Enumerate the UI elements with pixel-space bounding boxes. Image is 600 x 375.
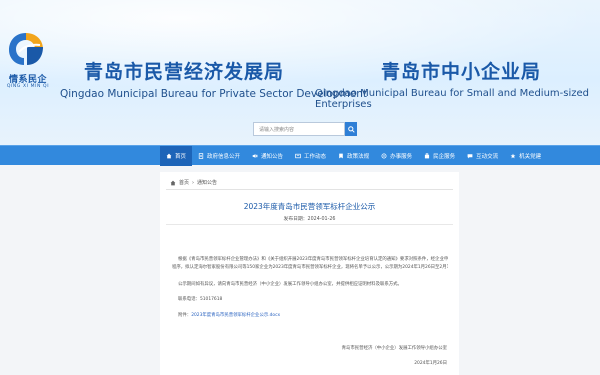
- logo-emblem: [9, 33, 43, 65]
- article-meta: 发布日期：2024-01-26: [160, 215, 459, 222]
- chat-icon: [467, 154, 473, 159]
- bureau2-name-en: Qingdao Municipal Bureau for Small and M…: [315, 88, 589, 110]
- search-button[interactable]: [345, 122, 357, 136]
- news-icon: [295, 153, 301, 159]
- nav-item-label: 机关党建: [519, 154, 542, 160]
- signature-org: 青岛市民营经济（中小企业）发展工作领导小组办公室: [341, 346, 447, 351]
- logo-subtext: QING XI MIN QI: [6, 84, 50, 89]
- enterprise-icon: [424, 153, 430, 159]
- contact-label: 联系电话：: [178, 297, 200, 302]
- nav-item-label: 政府信息公开: [207, 154, 241, 160]
- nav-item-3[interactable]: 通知公告: [246, 146, 289, 166]
- nav-item-label: 工作动态: [304, 154, 327, 160]
- attachment-label: 附件：: [178, 313, 192, 318]
- service-icon: [381, 153, 387, 159]
- nav-item-label: 政策法规: [347, 154, 370, 160]
- attachment-line: 附件：2023年度青岛市民营领军标杆企业公示.docx: [172, 312, 448, 320]
- date-label: 发布日期：: [283, 217, 308, 222]
- article-panel: 首页 › 通知公告 2023年度青岛市民营领军标杆企业公示 发布日期：2024-…: [160, 172, 459, 375]
- main-nav: 首页 政府信息公开 通知公告 工作动态 政策法规 办事服务 民企服务 互动交流 机关党建: [0, 145, 600, 166]
- nav-item-label: 互动交流: [476, 154, 499, 160]
- nav-item-4[interactable]: 工作动态: [289, 146, 332, 166]
- contact-line: 联系电话：51017618: [172, 296, 448, 304]
- contact-phone: 51017618: [199, 297, 223, 302]
- divider: [166, 189, 453, 190]
- search-icon: [347, 125, 355, 133]
- nav-item-label: 办事服务: [390, 154, 413, 160]
- article-paragraph-1: 根据《青岛市民营领军标杆企业管理办法》和《关于组织开展2023年度青岛市民营领军…: [172, 256, 448, 272]
- breadcrumb: 首页 › 通知公告: [170, 179, 217, 186]
- publish-date: 2024-01-26: [307, 217, 336, 222]
- site-logo[interactable]: 情系民企 QING XI MIN QI: [4, 30, 49, 94]
- search-input[interactable]: 请输入搜索内容: [253, 122, 345, 136]
- home-icon: [170, 180, 176, 185]
- nav-item-label: 通知公告: [261, 154, 284, 160]
- paragraph-line: 程序，拟认定海尔智家股份有限公司等150家企业为2023年度青岛市民营领军标杆企…: [172, 265, 448, 270]
- breadcrumb-current[interactable]: 通知公告: [197, 179, 217, 186]
- breadcrumb-home[interactable]: 首页: [179, 179, 189, 186]
- nav-item-9[interactable]: 机关党建: [504, 146, 547, 166]
- nav-item-1[interactable]: 首页: [160, 146, 193, 166]
- paragraph-line: 根据《青岛市民营领军标杆企业管理办法》和《关于组织开展2023年度青岛市民营领军…: [178, 257, 448, 262]
- policy-icon: [339, 153, 343, 159]
- party-icon: [510, 153, 516, 159]
- nav-item-8[interactable]: 互动交流: [461, 146, 504, 166]
- nav-item-label: 首页: [175, 154, 187, 160]
- breadcrumb-separator: ›: [192, 179, 195, 186]
- attachment-link[interactable]: 2023年度青岛市民营领军标杆企业公示.docx: [191, 313, 280, 318]
- nav-item-6[interactable]: 办事服务: [375, 146, 418, 166]
- nav-item-2[interactable]: 政府信息公开: [192, 146, 246, 166]
- nav-item-5[interactable]: 政策法规: [332, 146, 375, 166]
- article-title: 2023年度青岛市民营领军标杆企业公示: [243, 202, 376, 211]
- nav-item-label: 民企服务: [433, 154, 456, 160]
- notice-icon: [252, 154, 258, 158]
- bureau1-name-cn: 青岛市民营经济发展局: [84, 61, 285, 83]
- nav-item-7[interactable]: 民企服务: [418, 146, 461, 166]
- divider: [166, 224, 453, 225]
- site-header: 情系民企 QING XI MIN QI 青岛市民营经济发展局 Qingdao M…: [0, 0, 600, 145]
- document-icon: [198, 153, 204, 159]
- home-icon: [166, 153, 172, 159]
- bureau2-name-cn: 青岛市中小企业局: [381, 61, 542, 83]
- article-paragraph-2: 公示期间如有异议，请向青岛市民营经济（中小企业）发展工作领导小组办公室，并提供相…: [178, 282, 402, 287]
- signature-date: 2024年1月26日: [414, 361, 447, 366]
